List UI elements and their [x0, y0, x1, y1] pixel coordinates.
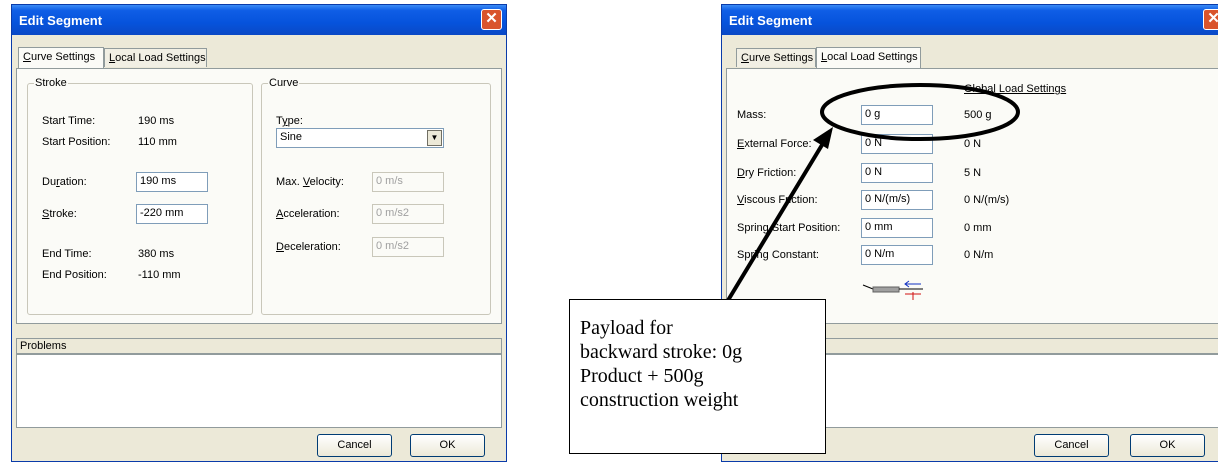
callout-arrow: [725, 138, 827, 304]
callout-ellipse: [820, 83, 1020, 141]
callout-arrowhead: [813, 127, 833, 149]
annotation-line: Payload for: [580, 317, 673, 339]
annotation-line: backward stroke: 0g: [580, 341, 743, 363]
annotation-callout-box: Payload for backward stroke: 0g Product …: [569, 299, 826, 454]
annotation-line: Product + 500g: [580, 365, 704, 387]
annotation-line: construction weight: [580, 389, 739, 411]
